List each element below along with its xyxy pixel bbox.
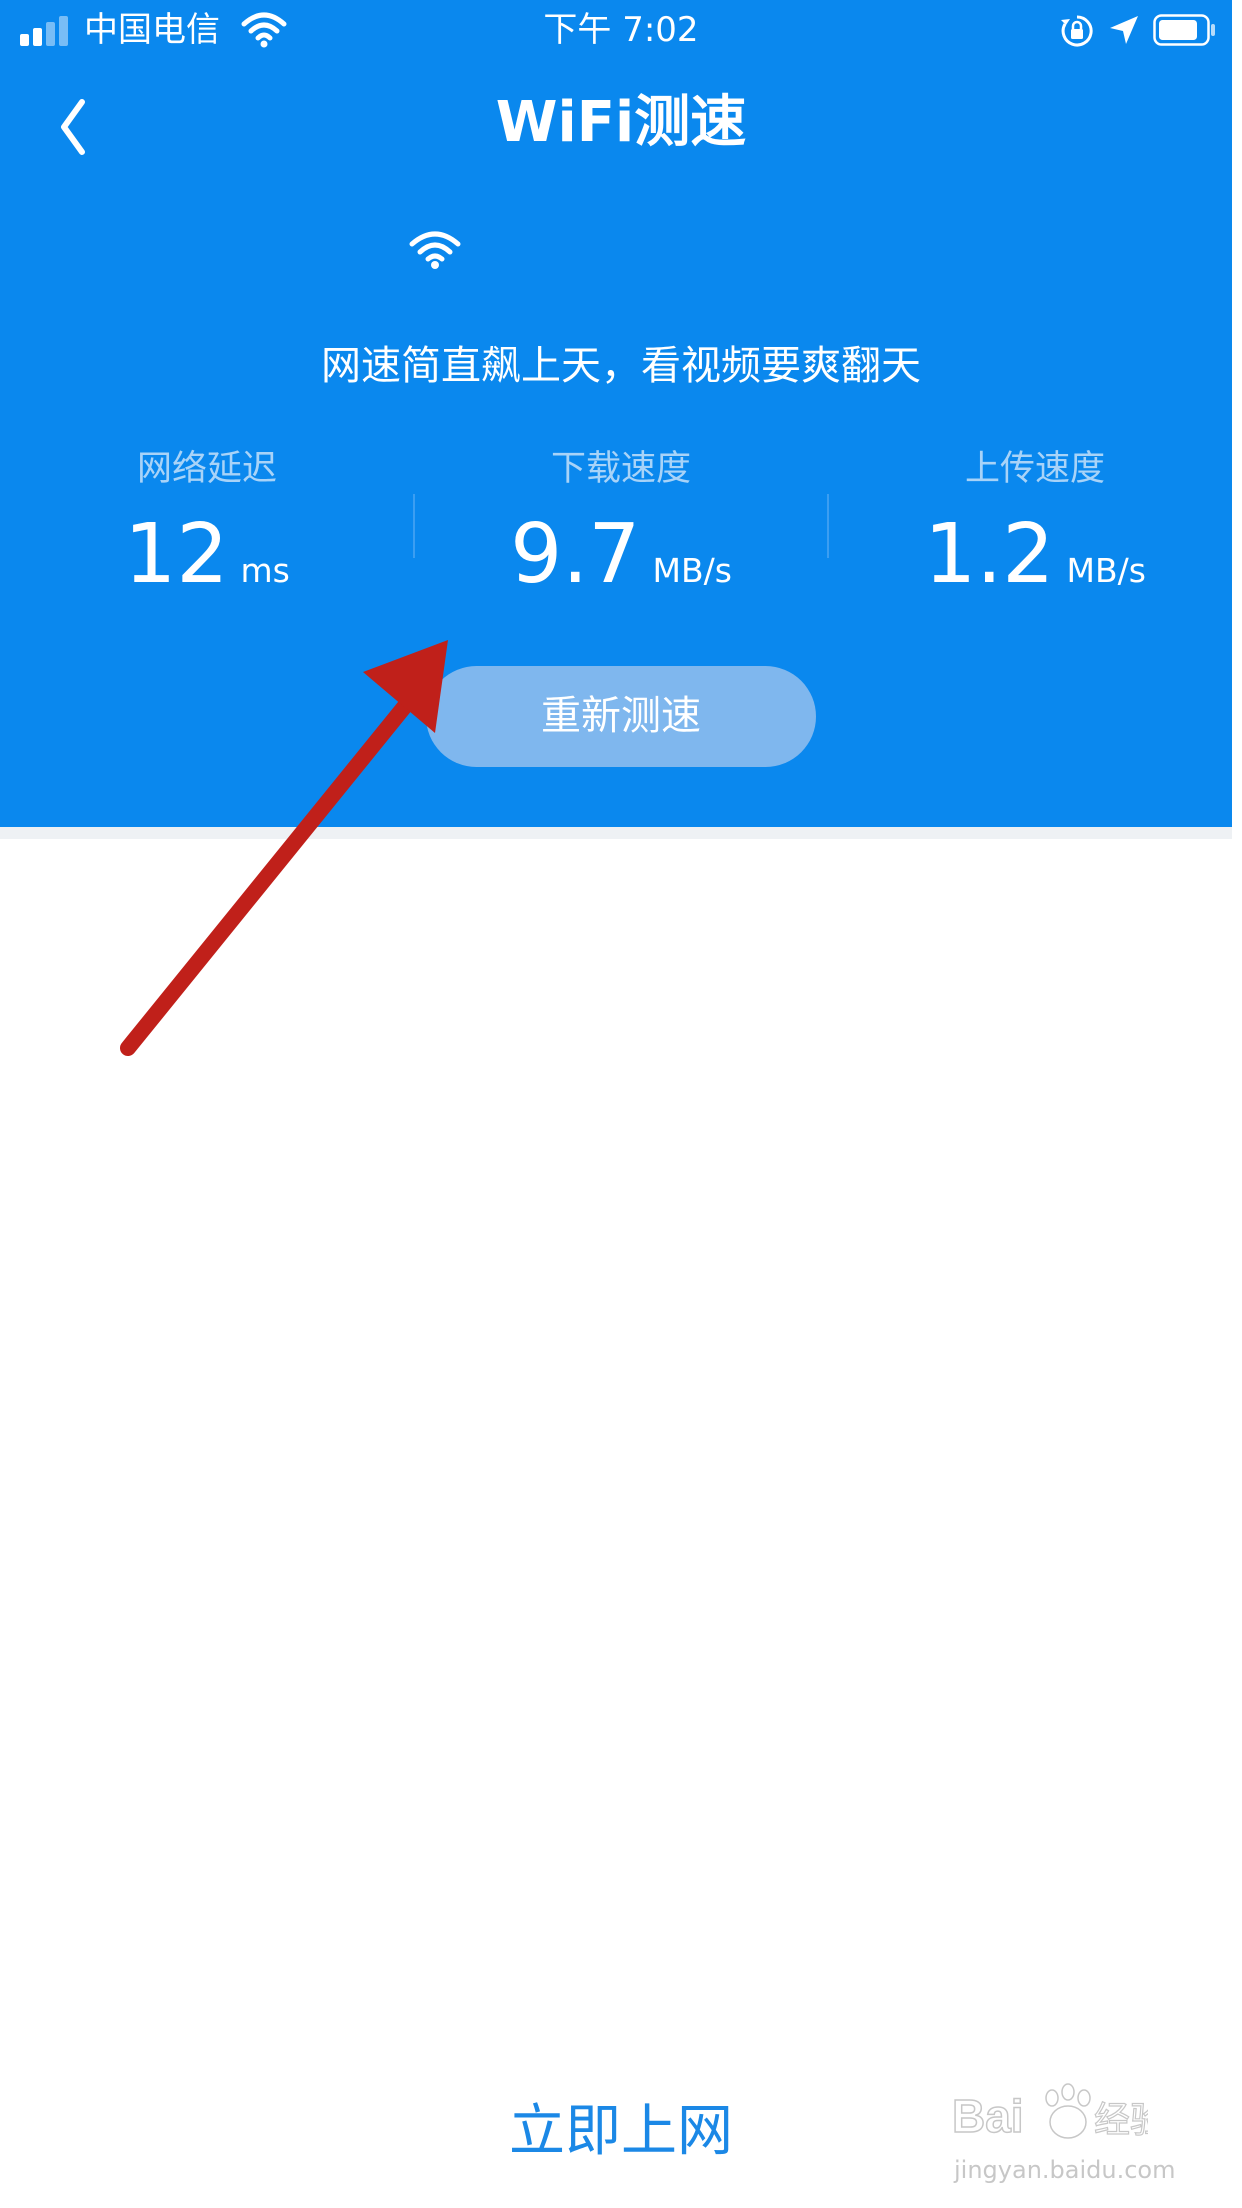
stat-latency: 网络延迟 12 ms	[7, 444, 407, 604]
retest-button[interactable]: 重新测速	[426, 666, 816, 767]
stat-value: 9.7	[510, 507, 641, 602]
stat-download: 下载速度 9.7 MB/s	[421, 444, 821, 604]
watermark-url: jingyan.baidu.com	[954, 2156, 1176, 2184]
speed-tagline: 网速简直飙上天，看视频要爽翻天	[321, 343, 921, 389]
stat-unit: MB/s	[1066, 551, 1146, 590]
status-bar: 中国电信 下午 7:02	[0, 0, 1232, 60]
header-divider	[0, 827, 1242, 839]
right-edge-strip	[1232, 0, 1242, 2208]
location-arrow-icon	[1110, 16, 1138, 44]
stat-label: 上传速度	[964, 449, 1105, 489]
stat-value-row: 9.7 MB/s	[421, 510, 821, 600]
stat-label: 下载速度	[550, 449, 691, 489]
svg-text:经验: 经验	[1094, 2100, 1148, 2141]
stat-value: 12	[124, 507, 229, 602]
stat-value: 1.2	[924, 507, 1055, 602]
battery-icon	[1153, 14, 1215, 46]
stat-unit: ms	[240, 551, 290, 590]
lock-rotation-icon	[1061, 15, 1093, 47]
signal-icon	[20, 14, 72, 46]
wifi-large-icon	[409, 231, 461, 269]
page-title: WiFi测速	[495, 90, 747, 155]
status-time: 下午 7:02	[543, 10, 699, 50]
watermark: Bai 经验 jingyan.baidu.com	[948, 2080, 1188, 2190]
baidu-logo: Bai 经验	[951, 2083, 1148, 2143]
stat-unit: MB/s	[652, 551, 732, 590]
wifi-icon	[241, 12, 287, 48]
stat-divider	[827, 494, 829, 558]
stat-upload: 上传速度 1.2 MB/s	[835, 444, 1235, 604]
back-button[interactable]	[48, 92, 108, 162]
stat-label: 网络延迟	[136, 449, 277, 489]
stat-value-row: 1.2 MB/s	[835, 510, 1235, 600]
stat-divider	[413, 494, 415, 558]
go-online-button[interactable]: 立即上网	[421, 2092, 821, 2172]
carrier-name: 中国电信	[84, 10, 220, 50]
stat-value-row: 12 ms	[7, 510, 407, 600]
back-chevron-icon	[61, 99, 85, 155]
svg-text:Bai: Bai	[952, 2090, 1024, 2142]
